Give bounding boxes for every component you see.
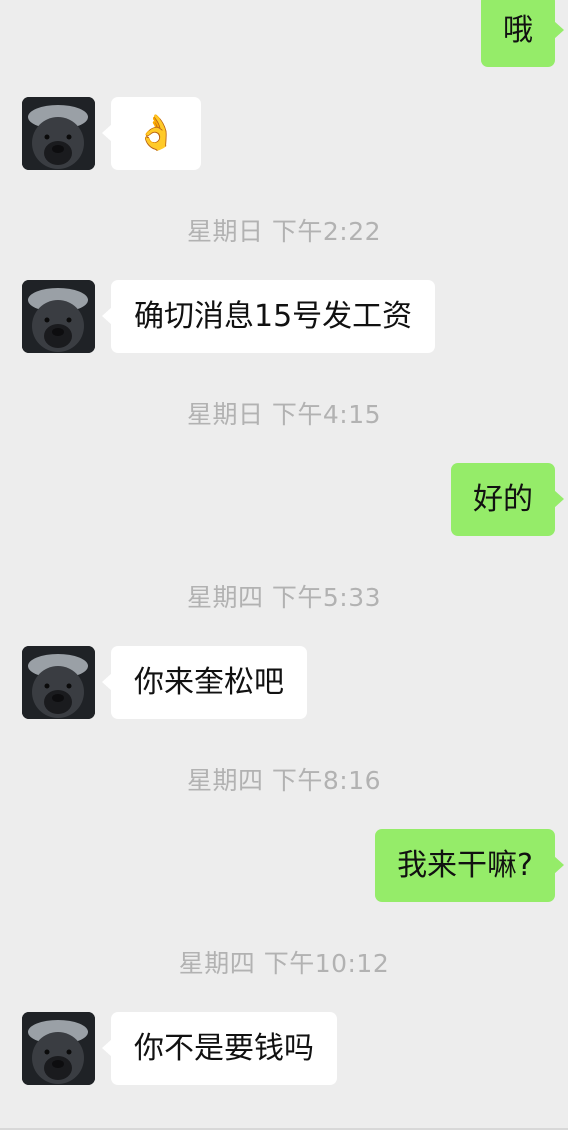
contact-avatar[interactable] — [22, 97, 95, 170]
message-bubble-other[interactable]: 你不是要钱吗 — [102, 1012, 337, 1085]
message-bubble-self[interactable]: 好的 — [451, 463, 564, 536]
timestamp: 星期四 下午5:33 — [186, 583, 382, 612]
timestamp: 星期日 下午2:22 — [186, 217, 382, 246]
message-bubble-other[interactable]: 你来奎松吧 — [102, 646, 307, 719]
contact-avatar[interactable] — [22, 1012, 95, 1085]
timestamp: 星期四 下午10:12 — [178, 949, 390, 978]
contact-avatar[interactable] — [22, 280, 95, 353]
honey-badger-avatar-icon — [22, 646, 95, 719]
chat-message-list[interactable]: 哦 👌 星期日 下午2:22 确切消息15号发工资 星期日 下午4:15 好的 — [0, 0, 568, 1130]
honey-badger-avatar-icon — [22, 280, 95, 353]
message-bubble-other[interactable]: 确切消息15号发工资 — [101, 280, 436, 353]
contact-avatar[interactable] — [22, 646, 95, 719]
timestamp: 星期四 下午8:16 — [186, 766, 382, 795]
message-bubble-self[interactable]: 我来干嘛? — [375, 829, 564, 902]
timestamp: 星期日 下午4:15 — [186, 400, 382, 429]
message-bubble-self[interactable]: 哦 — [481, 0, 564, 67]
honey-badger-avatar-icon — [22, 1012, 95, 1085]
honey-badger-avatar-icon — [22, 97, 95, 170]
message-bubble-other[interactable]: 👌 — [101, 97, 202, 170]
